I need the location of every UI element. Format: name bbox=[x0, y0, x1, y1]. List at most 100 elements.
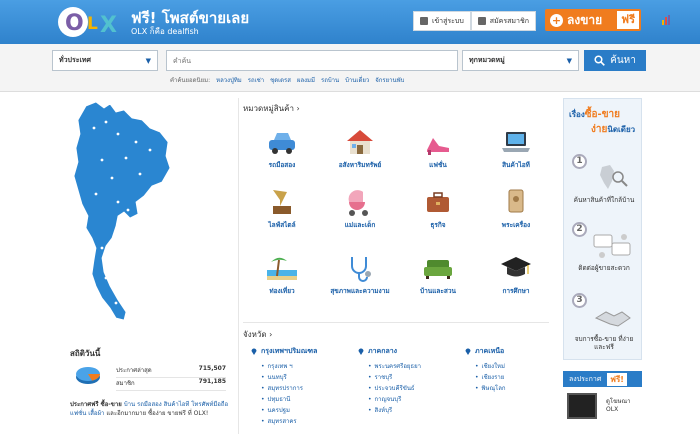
thailand-map[interactable] bbox=[66, 98, 176, 328]
title-part: เรื่อง bbox=[569, 110, 585, 119]
map-pin-icon bbox=[465, 348, 471, 355]
region-bangkok: กรุงเทพฯปริมณฑล กรุงเทพ ฯ นนทบุรี สมุทรป… bbox=[251, 346, 317, 427]
post-ad-button[interactable]: + ลงขาย ฟรี bbox=[545, 9, 641, 31]
province-list: กรุงเทพ ฯ นนทบุรี สมุทรปราการ ปทุมธานี น… bbox=[251, 361, 317, 427]
plus-icon: + bbox=[550, 13, 563, 27]
stat-row-members: สมาชิก 791,185 bbox=[116, 378, 226, 391]
chat-illustration-icon bbox=[593, 234, 631, 258]
province-link[interactable]: ราชบุรี bbox=[368, 372, 421, 383]
post-free-banner[interactable]: ลงประกาศ ฟรี! bbox=[563, 371, 642, 387]
gramophone-icon bbox=[273, 190, 291, 214]
how-it-works-title: เรื่องซื้อ-ขาย ง่ายนิดเดียว bbox=[569, 107, 635, 137]
region-header[interactable]: ภาคกลาง bbox=[358, 346, 421, 357]
stats-box: ประกาศล่าสุด 715,507 สมาชิก 791,185 bbox=[70, 358, 228, 391]
svg-text:L: L bbox=[87, 14, 98, 34]
search-input[interactable] bbox=[166, 50, 458, 71]
search-button[interactable]: ค้นหา bbox=[584, 50, 646, 71]
province-link[interactable]: สิงห์บุรี bbox=[368, 405, 421, 416]
step-caption: ค้นหาสินค้าที่ใกล้บ้าน bbox=[573, 196, 635, 204]
popular-term[interactable]: จักรยานพับ bbox=[375, 75, 404, 85]
category-amulets[interactable]: พระเครื่อง bbox=[481, 186, 551, 229]
login-button[interactable]: เข้าสู่ระบบ bbox=[413, 11, 471, 31]
categories-title: หมวดหมู่สินค้า › bbox=[243, 104, 300, 113]
province-link[interactable]: กาญจนบุรี bbox=[368, 394, 421, 405]
province-link[interactable]: ปทุมธานี bbox=[261, 394, 317, 405]
province-link[interactable]: สมุทรสาคร bbox=[261, 416, 317, 427]
bar-chart-icon[interactable] bbox=[662, 15, 670, 25]
about-text: ประกาศฟรี ซื้อ-ขาย บ้าน รถมือสอง สินค้าไ… bbox=[70, 400, 230, 418]
category-label: แฟชั่น bbox=[429, 161, 447, 169]
lock-icon bbox=[420, 17, 428, 25]
login-label: เข้าสู่ระบบ bbox=[432, 16, 464, 25]
stat-value: 791,185 bbox=[198, 378, 226, 385]
provinces-title-text: จังหวัด bbox=[243, 330, 267, 339]
province-list: พระนครศรีอยุธยา ราชบุรี ประจวบคีรีขันธ์ … bbox=[358, 361, 421, 416]
top-header: O L X ฟรี! โพสต์ขายเลย OLX ก็คือ dealfis… bbox=[0, 0, 700, 44]
about-prefix: ประกาศฟรี ซื้อ-ขาย bbox=[70, 401, 124, 408]
graduation-cap-icon bbox=[501, 257, 531, 277]
pie-chart-icon bbox=[76, 367, 100, 384]
category-business[interactable]: ธุรกิจ bbox=[403, 186, 473, 229]
popular-term[interactable]: รถเช่า bbox=[248, 75, 264, 85]
tv-ad-thumbnail[interactable] bbox=[567, 393, 597, 419]
step-caption: จบการซื้อ-ขาย ที่ง่ายและฟรี bbox=[574, 335, 634, 351]
tv-caption-line: OLX bbox=[606, 406, 619, 413]
category-fashion[interactable]: แฟชั่น bbox=[403, 126, 473, 169]
chevron-down-icon: ▼ bbox=[566, 56, 572, 65]
category-education[interactable]: การศึกษา bbox=[481, 252, 551, 295]
category-cars[interactable]: รถมือสอง bbox=[247, 126, 317, 169]
category-health-beauty[interactable]: สุขภาพและความงาม bbox=[325, 252, 395, 295]
title-part: ซื้อ-ขาย bbox=[584, 109, 621, 120]
category-property[interactable]: อสังหาริมทรัพย์ bbox=[325, 126, 395, 169]
province-link[interactable]: เชียงใหม่ bbox=[475, 361, 506, 372]
stat-row-listings: ประกาศล่าสุด 715,507 bbox=[116, 365, 226, 378]
popular-term[interactable]: บ้านเดี่ยว bbox=[345, 75, 369, 85]
promo-label: ลงประกาศ bbox=[569, 374, 602, 383]
account-buttons: เข้าสู่ระบบ สมัครสมาชิก bbox=[413, 11, 536, 31]
category-lifestyle[interactable]: ไลฟ์สไตล์ bbox=[247, 186, 317, 229]
sofa-icon bbox=[424, 260, 452, 279]
categories-title-text: หมวดหมู่สินค้า bbox=[243, 104, 294, 113]
house-icon bbox=[347, 130, 373, 154]
location-select[interactable]: ทั่วประเทศ ▼ bbox=[52, 50, 158, 71]
popular-term[interactable]: ชุดเดรส bbox=[270, 75, 291, 85]
popular-term[interactable]: หลวงปู่ทิม bbox=[216, 75, 242, 85]
category-it[interactable]: สินค้าไอที bbox=[481, 126, 551, 169]
olx-logo[interactable]: O L X bbox=[56, 5, 128, 38]
category-select[interactable]: ทุกหมวดหมู่ ▼ bbox=[462, 50, 579, 71]
high-heel-icon bbox=[427, 138, 449, 155]
region-header[interactable]: ภาคเหนือ bbox=[465, 346, 506, 357]
popular-term[interactable]: รถบ้าน bbox=[321, 75, 339, 85]
region-north: ภาคเหนือ เชียงใหม่ เชียงราย พิษณุโลก bbox=[465, 346, 506, 394]
popular-term[interactable]: ผลงมมี bbox=[297, 75, 315, 85]
step-number: 2 bbox=[572, 222, 587, 237]
province-link[interactable]: เชียงราย bbox=[475, 372, 506, 383]
province-link[interactable]: กรุงเทพ ฯ bbox=[261, 361, 317, 372]
laptop-icon bbox=[502, 132, 530, 152]
map-pin-icon bbox=[251, 348, 257, 355]
how-step: 1 ค้นหาสินค้าที่ใกล้บ้าน bbox=[572, 154, 636, 204]
section-divider bbox=[243, 322, 549, 323]
register-button[interactable]: สมัครสมาชิก bbox=[470, 11, 536, 31]
province-link[interactable]: พระนครศรีอยุธยา bbox=[368, 361, 421, 372]
popular-terms: คำค้นยอดนิยม: หลวงปู่ทิม รถเช่า ชุดเดรส … bbox=[170, 75, 404, 85]
province-link[interactable]: ประจวบคีรีขันธ์ bbox=[368, 383, 421, 394]
region-header[interactable]: กรุงเทพฯปริมณฑล bbox=[251, 346, 317, 357]
location-value: ทั่วประเทศ bbox=[59, 56, 91, 64]
step-number: 1 bbox=[572, 154, 587, 169]
map-pin-icon bbox=[358, 348, 364, 355]
province-link[interactable]: สมุทรปราการ bbox=[261, 383, 317, 394]
car-icon bbox=[269, 133, 295, 154]
category-travel[interactable]: ท่องเที่ยว bbox=[247, 252, 317, 295]
svg-text:O: O bbox=[65, 11, 84, 36]
region-name: กรุงเทพฯปริมณฑล bbox=[261, 347, 318, 355]
category-home-garden[interactable]: บ้านและสวน bbox=[403, 252, 473, 295]
province-link[interactable]: พิษณุโลก bbox=[475, 383, 506, 394]
tv-ad-caption[interactable]: ดูโฆษณา OLX bbox=[606, 398, 630, 414]
category-mother-baby[interactable]: แม่และเด็ก bbox=[325, 186, 395, 229]
stat-value: 715,507 bbox=[198, 365, 226, 372]
province-link[interactable]: นครปฐม bbox=[261, 405, 317, 416]
category-label: สุขภาพและความงาม bbox=[330, 287, 390, 295]
province-link[interactable]: นนทบุรี bbox=[261, 372, 317, 383]
beach-icon bbox=[267, 257, 297, 280]
